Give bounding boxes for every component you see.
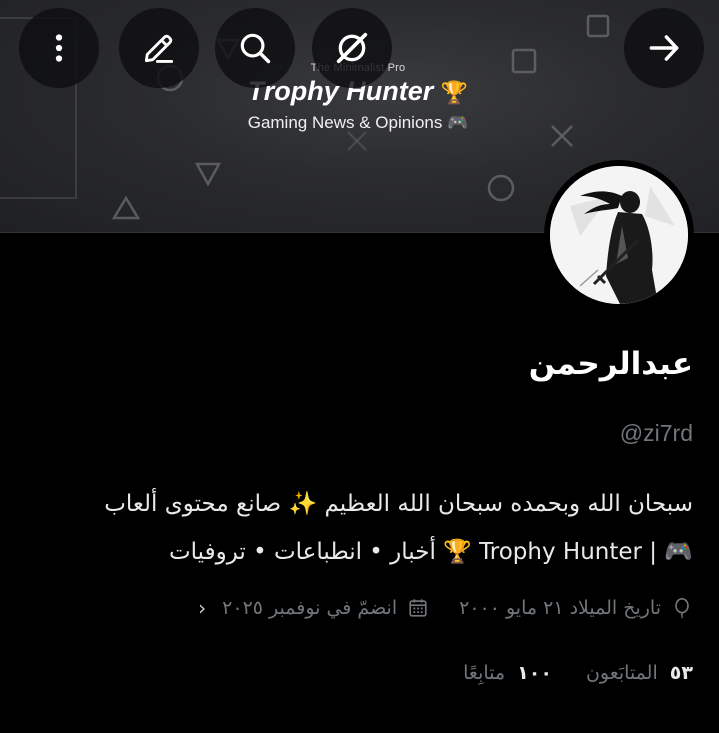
arrow-back-icon [649,35,679,61]
grok-icon [336,32,368,64]
chevron-more-icon[interactable]: ‹ [198,596,206,620]
gamepad-icon: 🎮 [447,113,469,132]
bio-line-1: سبحان الله وبحمده سبحان الله العظيم ✨ صا… [104,491,693,517]
joined-text: انضمّ في نوفمبر ٢٠٢٥ [222,597,398,619]
pencil-icon [144,34,174,63]
search-button[interactable] [215,8,295,88]
following-link[interactable]: ١٠٠ متابِعًا [463,662,552,684]
profile-meta: تاريخ الميلاد ٢١ مايو ٢٠٠٠ انضمّ في نوفم… [33,596,693,620]
calendar-icon [409,599,427,617]
bio-line-2: 🎮 | Trophy Hunter 🏆 أخبار • انطباعات • ت… [169,539,693,565]
trophy-icon: 🏆 [440,80,469,105]
back-button[interactable] [624,8,704,88]
display-name: عبدالرحمن [528,346,693,382]
more-vertical-icon [55,34,63,62]
grok-button[interactable] [312,8,392,88]
avatar-image [550,166,688,304]
followers-count: ٥٣ [669,662,693,684]
balloon-icon [675,598,689,619]
joined-item: انضمّ في نوفمبر ٢٠٢٥ [222,597,429,619]
follow-stats: ٥٣ المتابَعون ١٠٠ متابِعًا [463,662,693,684]
banner-subtitle: Gaming News & Opinions 🎮 [208,113,508,133]
followers-link[interactable]: ٥٣ المتابَعون [586,662,693,684]
edit-button[interactable] [119,8,199,88]
profile-bio: سبحان الله وبحمده سبحان الله العظيم ✨ صا… [33,480,693,576]
birthdate-text: تاريخ الميلاد ٢١ مايو ٢٠٠٠ [459,597,661,619]
following-label: متابِعًا [463,662,506,684]
followers-label: المتابَعون [585,662,658,684]
following-count: ١٠٠ [517,662,552,684]
more-options-button[interactable] [19,8,99,88]
banner-subtitle-text: Gaming News & Opinions [247,113,443,132]
profile-avatar[interactable] [544,160,694,310]
search-icon [240,33,271,64]
user-handle: @zi7rd [619,420,693,446]
samurai-illustration [550,166,688,304]
birthdate-item: تاريخ الميلاد ٢١ مايو ٢٠٠٠ [459,597,693,619]
